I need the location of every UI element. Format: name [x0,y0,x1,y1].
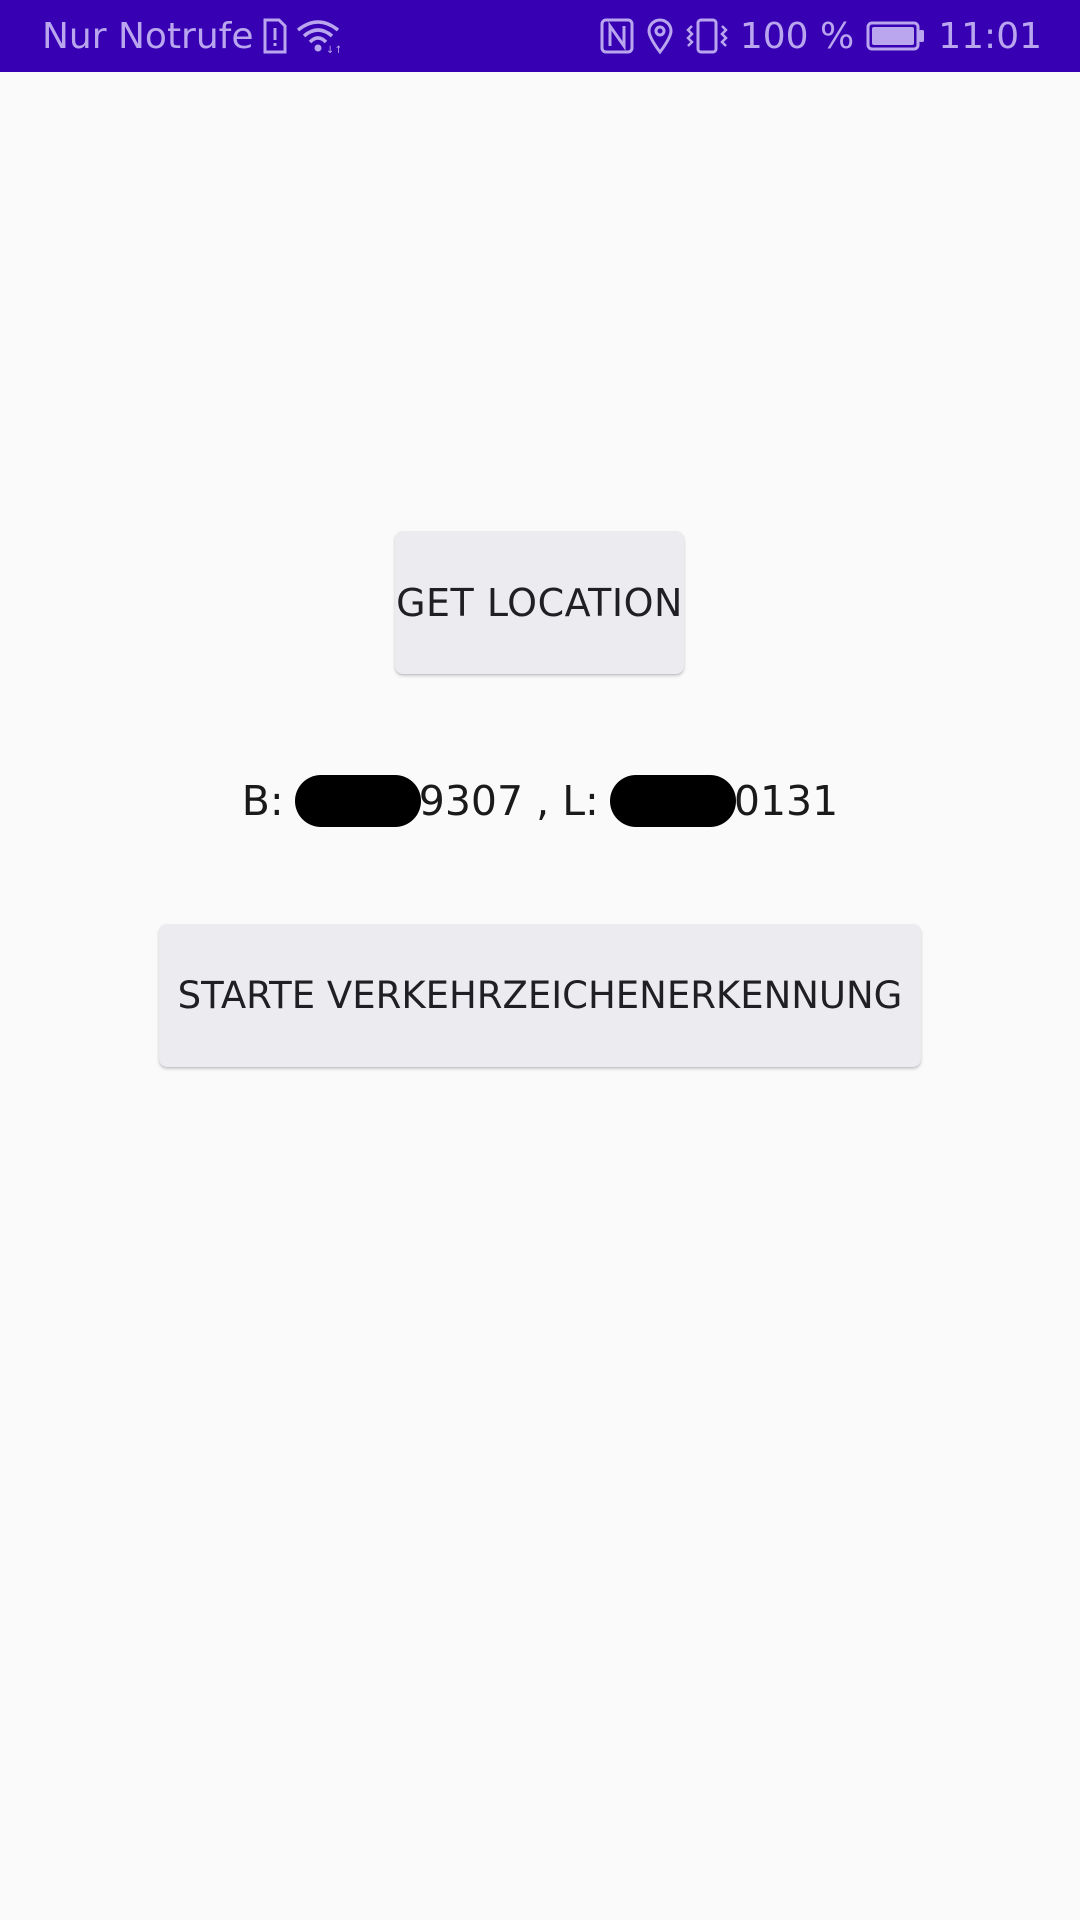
sim-alert-icon [262,18,288,54]
nfc-icon [600,18,634,54]
coordinate-separator: , L: [523,777,612,825]
start-recognition-label: STARTE VERKEHRZEICHENERKENNUNG [177,974,903,1017]
get-location-button[interactable]: GET LOCATION [395,531,684,674]
status-bar-left: Nur Notrufe ↓↑ [42,0,340,72]
wifi-icon: ↓↑ [296,18,340,54]
latitude-visible-digits: 9307 [418,777,524,825]
location-icon [646,18,674,54]
redaction-mark [609,775,736,827]
battery-icon [866,20,926,52]
svg-text:↓↑: ↓↑ [326,45,340,54]
battery-percent: 100 % [739,15,855,57]
carrier-text: Nur Notrufe [42,15,254,57]
clock: 11:01 [938,15,1042,57]
start-traffic-sign-recognition-button[interactable]: STARTE VERKEHRZEICHENERKENNUNG [159,924,921,1067]
vibrate-icon [686,18,728,54]
get-location-label: GET LOCATION [396,580,683,625]
status-bar: Nur Notrufe ↓↑ 100 % 11:01 [0,0,1080,72]
location-readout: B: 9307 , L: 0131 [0,770,1080,832]
longitude-visible-digits: 0131 [733,777,839,825]
status-bar-right: 100 % 11:01 [600,0,1042,72]
redaction-mark [294,775,421,827]
latitude-prefix: B: [241,777,297,825]
